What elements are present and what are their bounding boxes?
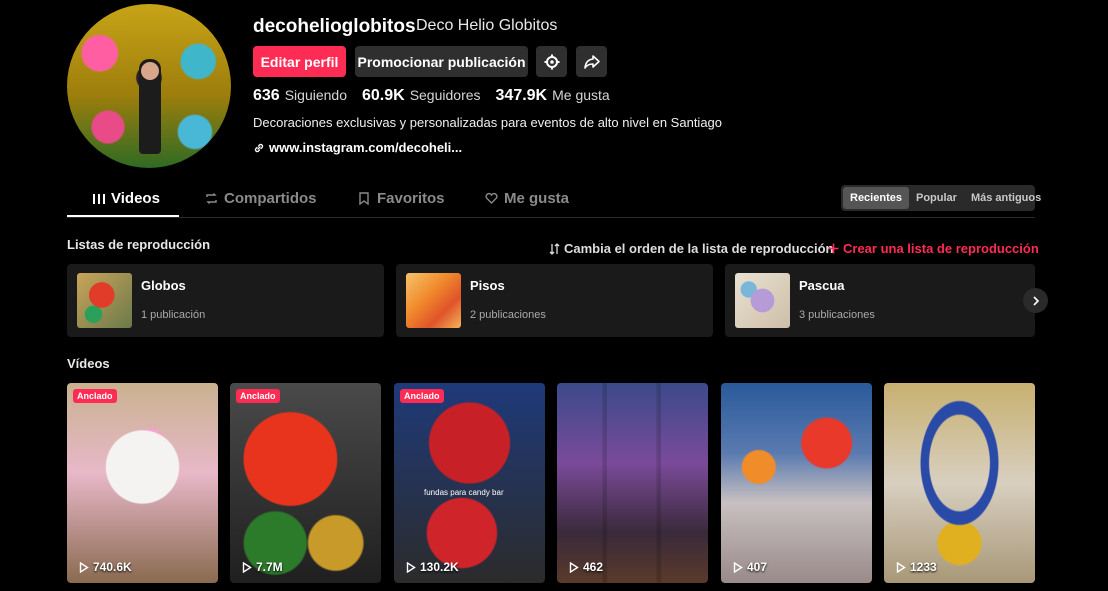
bookmark-icon xyxy=(359,192,369,205)
playlists-title: Listas de reproducción xyxy=(67,237,211,252)
view-count: 7.7M xyxy=(242,560,283,574)
gear-icon xyxy=(544,54,559,69)
edit-profile-button[interactable]: Editar perfil xyxy=(253,46,346,77)
sort-oldest[interactable]: Más antiguos xyxy=(964,187,1048,209)
play-icon xyxy=(733,561,743,573)
profile-link[interactable]: www.instagram.com/decoheli... xyxy=(253,140,462,155)
display-name: Deco Helio Globitos xyxy=(416,17,558,34)
view-count-value: 407 xyxy=(747,560,768,574)
view-count-value: 1233 xyxy=(910,560,937,574)
playlist-count: 1 publicación xyxy=(141,309,206,321)
likes-label: Me gusta xyxy=(552,87,610,103)
share-icon xyxy=(583,54,600,69)
pinned-badge: Anclado xyxy=(73,389,117,403)
view-count-value: 7.7M xyxy=(256,560,283,574)
repost-icon xyxy=(206,193,217,204)
pinned-badge: Anclado xyxy=(400,389,444,403)
profile-bio: Decoraciones exclusivas y personalizadas… xyxy=(253,115,723,130)
playlist-thumbnail xyxy=(406,273,461,328)
followers-label: Seguidores xyxy=(409,87,481,103)
followers-count: 60.9K xyxy=(361,87,405,104)
video-thumbnail[interactable]: Anclado 740.6K xyxy=(67,383,218,583)
video-thumbnail[interactable]: Anclado fundas para candy bar 130.2K xyxy=(394,383,545,583)
playlist-count: 3 publicaciones xyxy=(799,309,875,321)
view-count: 1233 xyxy=(896,560,937,574)
view-count: 740.6K xyxy=(79,560,132,574)
reorder-label: Cambia el orden de la lista de reproducc… xyxy=(564,241,834,256)
pinned-badge: Anclado xyxy=(236,389,280,403)
plus-icon xyxy=(828,243,839,254)
tab-liked-label: Me gusta xyxy=(504,190,570,207)
create-playlist-button[interactable]: Crear una lista de reproducción xyxy=(828,241,1039,256)
stat-following[interactable]: 636 Siguiendo xyxy=(253,87,347,105)
profile-link-text: www.instagram.com/decoheli... xyxy=(269,140,463,155)
sort-popular[interactable]: Popular xyxy=(909,187,964,209)
video-thumbnail[interactable]: Anclado 7.7M xyxy=(230,383,381,583)
view-count-value: 130.2K xyxy=(420,560,459,574)
create-playlist-label: Crear una lista de reproducción xyxy=(843,241,1039,256)
view-count: 130.2K xyxy=(406,560,459,574)
play-icon xyxy=(896,561,906,573)
play-icon xyxy=(79,561,89,573)
playlist-thumbnail xyxy=(77,273,132,328)
reorder-playlists-button[interactable]: Cambia el orden de la lista de reproducc… xyxy=(549,241,833,256)
video-thumbnail[interactable]: 462 xyxy=(557,383,708,583)
video-thumbnail[interactable]: 1233 xyxy=(884,383,1035,583)
username: decohelioglobitos xyxy=(253,16,416,37)
tab-liked[interactable]: Me gusta xyxy=(485,190,569,207)
grid-icon xyxy=(93,193,105,204)
promote-post-button[interactable]: Promocionar publicación xyxy=(355,46,528,77)
tab-favorites[interactable]: Favoritos xyxy=(358,190,445,207)
tab-videos[interactable]: Videos xyxy=(93,190,160,207)
view-count-value: 740.6K xyxy=(93,560,132,574)
sort-selector: Recientes Popular Más antiguos xyxy=(841,185,1041,211)
active-tab-indicator xyxy=(67,215,179,217)
playlist-thumbnail xyxy=(735,273,790,328)
playlist-count: 2 publicaciones xyxy=(470,309,546,321)
videos-title: Vídeos xyxy=(67,356,110,371)
playlist-name: Globos xyxy=(141,278,186,293)
stat-likes: 347.9K Me gusta xyxy=(496,87,610,105)
sort-arrows-icon xyxy=(549,242,560,255)
heart-icon xyxy=(485,192,498,204)
view-count: 462 xyxy=(569,560,603,574)
tab-shared[interactable]: Compartidos xyxy=(205,190,317,207)
video-caption: fundas para candy bar xyxy=(424,488,504,497)
playlist-card[interactable]: Pisos 2 publicaciones xyxy=(396,264,713,337)
play-icon xyxy=(569,561,579,573)
view-count-value: 462 xyxy=(583,560,604,574)
chevron-right-icon xyxy=(1032,295,1039,306)
share-profile-button[interactable] xyxy=(576,46,607,77)
stat-followers[interactable]: 60.9K Seguidores xyxy=(362,87,481,105)
tab-favorites-label: Favoritos xyxy=(377,190,445,207)
profile-avatar[interactable] xyxy=(67,4,231,168)
tab-shared-label: Compartidos xyxy=(224,190,317,207)
video-thumbnail[interactable]: 407 xyxy=(721,383,872,583)
play-icon xyxy=(406,561,416,573)
link-icon xyxy=(254,143,264,152)
sort-recent[interactable]: Recientes xyxy=(843,187,909,209)
following-count: 636 xyxy=(253,87,280,104)
playlist-name: Pisos xyxy=(470,278,505,293)
profile-stats: 636 Siguiendo 60.9K Seguidores 347.9K Me gu… xyxy=(253,87,610,105)
playlist-name: Pascua xyxy=(799,278,845,293)
view-count: 407 xyxy=(733,560,767,574)
tab-videos-label: Videos xyxy=(111,190,160,207)
playlists-next-button[interactable] xyxy=(1023,288,1048,313)
following-label: Siguiendo xyxy=(284,87,347,103)
playlist-card[interactable]: Pascua 3 publicaciones xyxy=(725,264,1035,337)
playlist-card[interactable]: Globos 1 publicación xyxy=(67,264,384,337)
settings-button[interactable] xyxy=(536,46,567,77)
avatar-head xyxy=(141,62,159,80)
play-icon xyxy=(242,561,252,573)
likes-count: 347.9K xyxy=(495,87,548,104)
